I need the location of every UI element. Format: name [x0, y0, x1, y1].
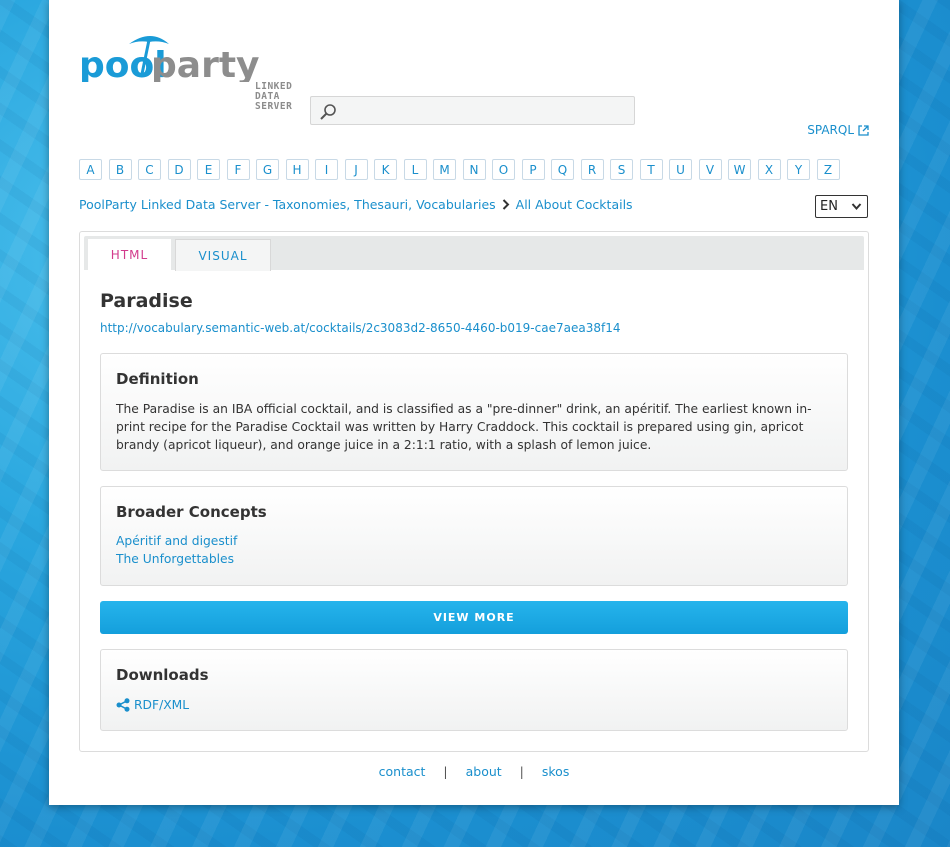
search-box[interactable]: [310, 96, 635, 125]
definition-box: Definition The Paradise is an IBA offici…: [100, 353, 848, 471]
footer: contact | about | skos: [49, 764, 899, 779]
svg-text:party: party: [151, 45, 260, 82]
share-icon: [116, 698, 130, 712]
concept-title: Paradise: [100, 290, 193, 312]
footer-skos-link[interactable]: skos: [542, 764, 569, 779]
letter-t[interactable]: T: [639, 159, 663, 180]
letter-n[interactable]: N: [462, 159, 486, 180]
concept-uri-link[interactable]: http://vocabulary.semantic-web.at/cockta…: [100, 321, 620, 335]
letter-k[interactable]: K: [374, 159, 397, 180]
breadcrumb-current-link[interactable]: All About Cocktails: [516, 197, 633, 212]
logo-umbrella-icon: pool party: [79, 36, 260, 86]
letter-x[interactable]: X: [757, 159, 781, 180]
letter-e[interactable]: E: [197, 159, 220, 180]
letter-u[interactable]: U: [669, 159, 692, 180]
concept-panel: HTML VISUAL Paradise http://vocabulary.s…: [79, 231, 869, 752]
sparql-link[interactable]: SPARQL: [807, 123, 869, 137]
letter-q[interactable]: Q: [551, 159, 574, 180]
logo-subtitle: LINKED DATA SERVER: [255, 81, 293, 112]
downloads-heading: Downloads: [116, 666, 209, 684]
poolparty-logo[interactable]: pool party LINKED DATA SERVER: [79, 30, 299, 112]
letter-m[interactable]: M: [433, 159, 456, 180]
footer-about-link[interactable]: about: [466, 764, 502, 779]
page-container: pool party LINKED DATA SERVER SPARQL A B…: [49, 0, 899, 805]
chevron-down-icon: [851, 203, 862, 211]
broader-concept-link[interactable]: Apéritif and digestif: [116, 534, 237, 548]
rdf-xml-label: RDF/XML: [134, 698, 190, 712]
footer-contact-link[interactable]: contact: [379, 764, 426, 779]
downloads-box: Downloads RDF/XML: [100, 649, 848, 731]
letter-v[interactable]: V: [698, 159, 722, 180]
breadcrumb-root-link[interactable]: PoolParty Linked Data Server - Taxonomie…: [79, 197, 496, 212]
letter-f[interactable]: F: [226, 159, 250, 180]
footer-separator: |: [443, 764, 448, 779]
definition-text: The Paradise is an IBA official cocktail…: [116, 402, 812, 452]
rdf-xml-download[interactable]: RDF/XML: [116, 698, 189, 712]
search-icon: [320, 104, 336, 120]
letter-w[interactable]: W: [728, 159, 751, 180]
tab-bar: HTML VISUAL: [84, 236, 864, 271]
letter-a[interactable]: A: [79, 159, 102, 180]
letter-r[interactable]: R: [580, 159, 604, 180]
footer-separator: |: [519, 764, 524, 779]
letter-z[interactable]: Z: [816, 159, 840, 180]
chevron-right-icon: [502, 199, 510, 210]
letter-c[interactable]: C: [138, 159, 161, 180]
broader-concepts-heading: Broader Concepts: [116, 503, 267, 521]
letter-h[interactable]: H: [285, 159, 309, 180]
tab-html[interactable]: HTML: [88, 239, 171, 271]
language-select[interactable]: EN: [815, 195, 868, 218]
tab-visual[interactable]: VISUAL: [175, 239, 271, 271]
letter-j[interactable]: J: [344, 159, 368, 180]
broader-concepts-box: Broader Concepts Apéritif and digestif T…: [100, 486, 848, 586]
letter-s[interactable]: S: [610, 159, 633, 180]
letter-p[interactable]: P: [521, 159, 545, 180]
broader-concept-link[interactable]: The Unforgettables: [116, 552, 234, 566]
view-more-button[interactable]: VIEW MORE: [100, 601, 848, 634]
letter-o[interactable]: O: [492, 159, 515, 180]
letter-b[interactable]: B: [108, 159, 132, 180]
search-input[interactable]: [343, 100, 632, 122]
letter-l[interactable]: L: [403, 159, 427, 180]
letter-i[interactable]: I: [315, 159, 338, 180]
letter-g[interactable]: G: [256, 159, 279, 180]
definition-heading: Definition: [116, 370, 199, 388]
letter-d[interactable]: D: [167, 159, 191, 180]
alphabet-index: A B C D E F G H I J K L M N O P Q R S T …: [79, 159, 840, 180]
letter-y[interactable]: Y: [787, 159, 810, 180]
breadcrumb: PoolParty Linked Data Server - Taxonomie…: [79, 197, 633, 212]
external-link-icon: [858, 124, 869, 136]
